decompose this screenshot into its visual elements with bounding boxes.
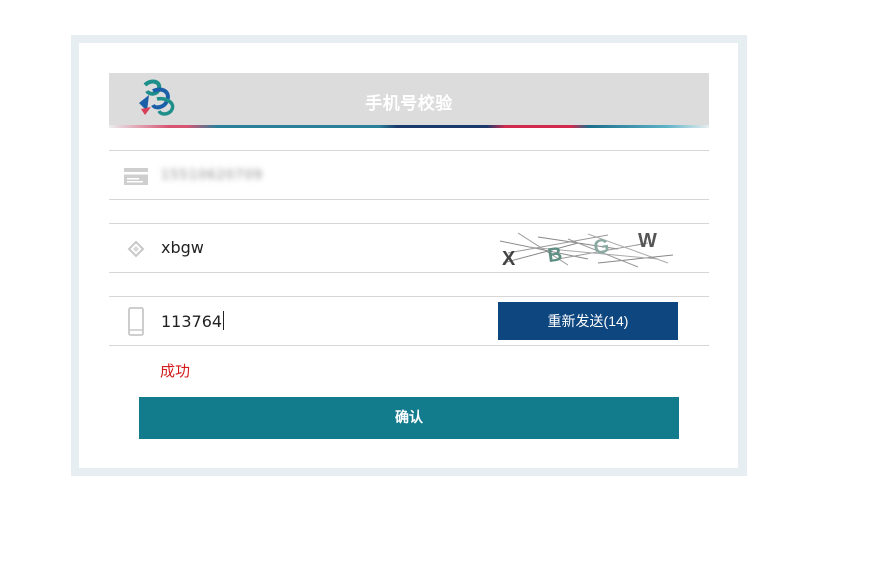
captcha-row: xbgw X B G W [109, 223, 709, 273]
outer-frame: 手机号校验 15510620709 xbgw X B G W 113764 重新… [71, 35, 747, 476]
phone-number-value: 15510620709 [161, 168, 263, 183]
card-icon [124, 168, 148, 185]
sms-code-value: 113764 [161, 312, 223, 331]
resend-code-button[interactable]: 重新发送(14) [498, 302, 678, 340]
mobile-phone-icon [128, 307, 144, 336]
svg-text:W: W [638, 230, 657, 252]
panel-header: 手机号校验 [109, 73, 709, 128]
confirm-button[interactable]: 确认 [139, 397, 679, 439]
phone-number-row: 15510620709 [109, 150, 709, 200]
sms-code-row: 113764 重新发送(14) [109, 296, 709, 346]
header-stripe [109, 125, 709, 128]
captcha-image[interactable]: X B G W [498, 229, 676, 268]
captcha-input[interactable]: xbgw [161, 238, 204, 257]
verification-panel: 手机号校验 15510620709 xbgw X B G W 113764 重新… [79, 43, 738, 468]
text-cursor [223, 311, 225, 330]
svg-text:X: X [502, 248, 516, 268]
svg-text:B: B [546, 243, 563, 267]
status-message: 成功 [160, 362, 191, 380]
svg-text:G: G [592, 235, 611, 259]
diamond-icon [127, 240, 145, 258]
sms-code-input[interactable]: 113764 [161, 311, 225, 331]
page-title: 手机号校验 [365, 94, 453, 114]
